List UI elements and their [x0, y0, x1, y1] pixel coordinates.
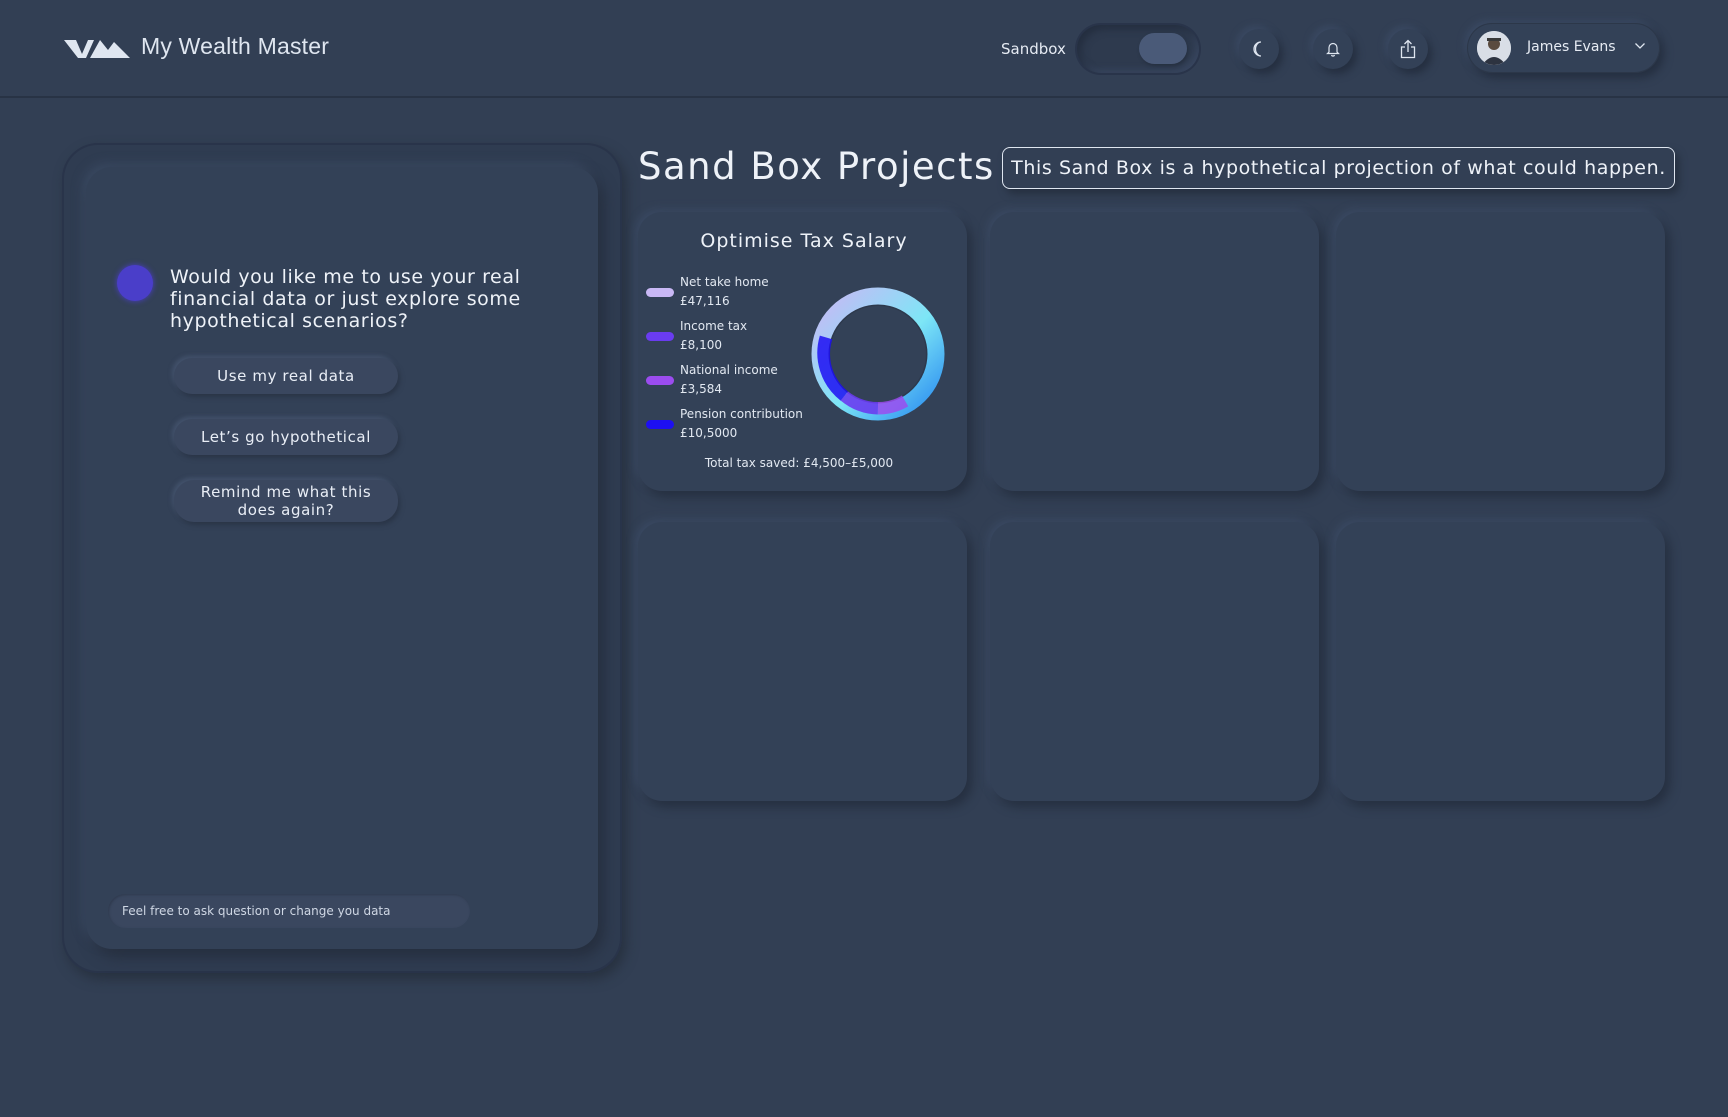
legend-item: Income tax £8,100	[646, 319, 816, 355]
sandbox-notice: This Sand Box is a hypothetical projecti…	[1002, 147, 1675, 189]
top-header: My Wealth Master Sandbox James Evans	[0, 0, 1728, 98]
project-card-empty[interactable]	[990, 212, 1319, 491]
legend-value: £47,116	[680, 294, 730, 308]
avatar	[1477, 31, 1511, 65]
tax-donut-chart	[811, 287, 945, 421]
project-card-empty[interactable]	[1336, 212, 1665, 491]
legend-swatch	[646, 332, 674, 341]
legend-item: National income £3,584	[646, 363, 816, 399]
notifications-button[interactable]	[1313, 29, 1353, 69]
legend-swatch	[646, 288, 674, 297]
app-root: My Wealth Master Sandbox James Evans Wou…	[0, 0, 1728, 1117]
moon-icon	[1253, 41, 1262, 57]
go-hypothetical-button[interactable]: Let’s go hypothetical	[174, 419, 398, 455]
legend-label: Income tax	[680, 319, 748, 333]
remind-me-button[interactable]: Remind me what this does again?	[174, 480, 398, 522]
brand-logo-icon[interactable]	[64, 34, 130, 62]
project-card-empty[interactable]	[1336, 522, 1665, 801]
theme-toggle-button[interactable]	[1239, 29, 1279, 69]
legend-value: £3,584	[680, 382, 722, 396]
legend-label: National income	[680, 363, 778, 377]
legend-item: Pension contribution £10,5000	[646, 407, 816, 443]
assistant-avatar-icon	[117, 265, 153, 301]
chat-input[interactable]	[108, 894, 470, 928]
legend-label: Pension contribution	[680, 407, 803, 421]
project-card-empty[interactable]	[638, 522, 967, 801]
user-menu[interactable]: James Evans	[1467, 23, 1660, 73]
sandbox-toggle[interactable]	[1077, 25, 1199, 73]
tax-saved-total: Total tax saved: £4,500–£5,000	[704, 456, 894, 470]
sandbox-label: Sandbox	[1001, 40, 1066, 58]
chevron-down-icon	[1635, 43, 1645, 49]
legend-value: £10,5000	[680, 426, 738, 440]
tax-card-title: Optimise Tax Salary	[700, 230, 908, 252]
legend-swatch	[646, 376, 674, 385]
share-button[interactable]	[1388, 29, 1428, 69]
toggle-knob	[1139, 33, 1187, 64]
bell-icon	[1326, 42, 1340, 57]
page-title: Sand Box Projects	[638, 145, 995, 188]
share-icon	[1400, 39, 1416, 59]
use-real-data-button[interactable]: Use my real data	[174, 358, 398, 394]
user-name: James Evans	[1527, 39, 1616, 55]
legend-value: £8,100	[680, 338, 722, 352]
legend-swatch	[646, 420, 674, 429]
brand-name: My Wealth Master	[141, 33, 330, 59]
assistant-question: Would you like me to use your real finan…	[170, 266, 521, 332]
legend-label: Net take home	[680, 275, 769, 289]
project-card-empty[interactable]	[990, 522, 1319, 801]
legend-item: Net take home £47,116	[646, 275, 816, 311]
